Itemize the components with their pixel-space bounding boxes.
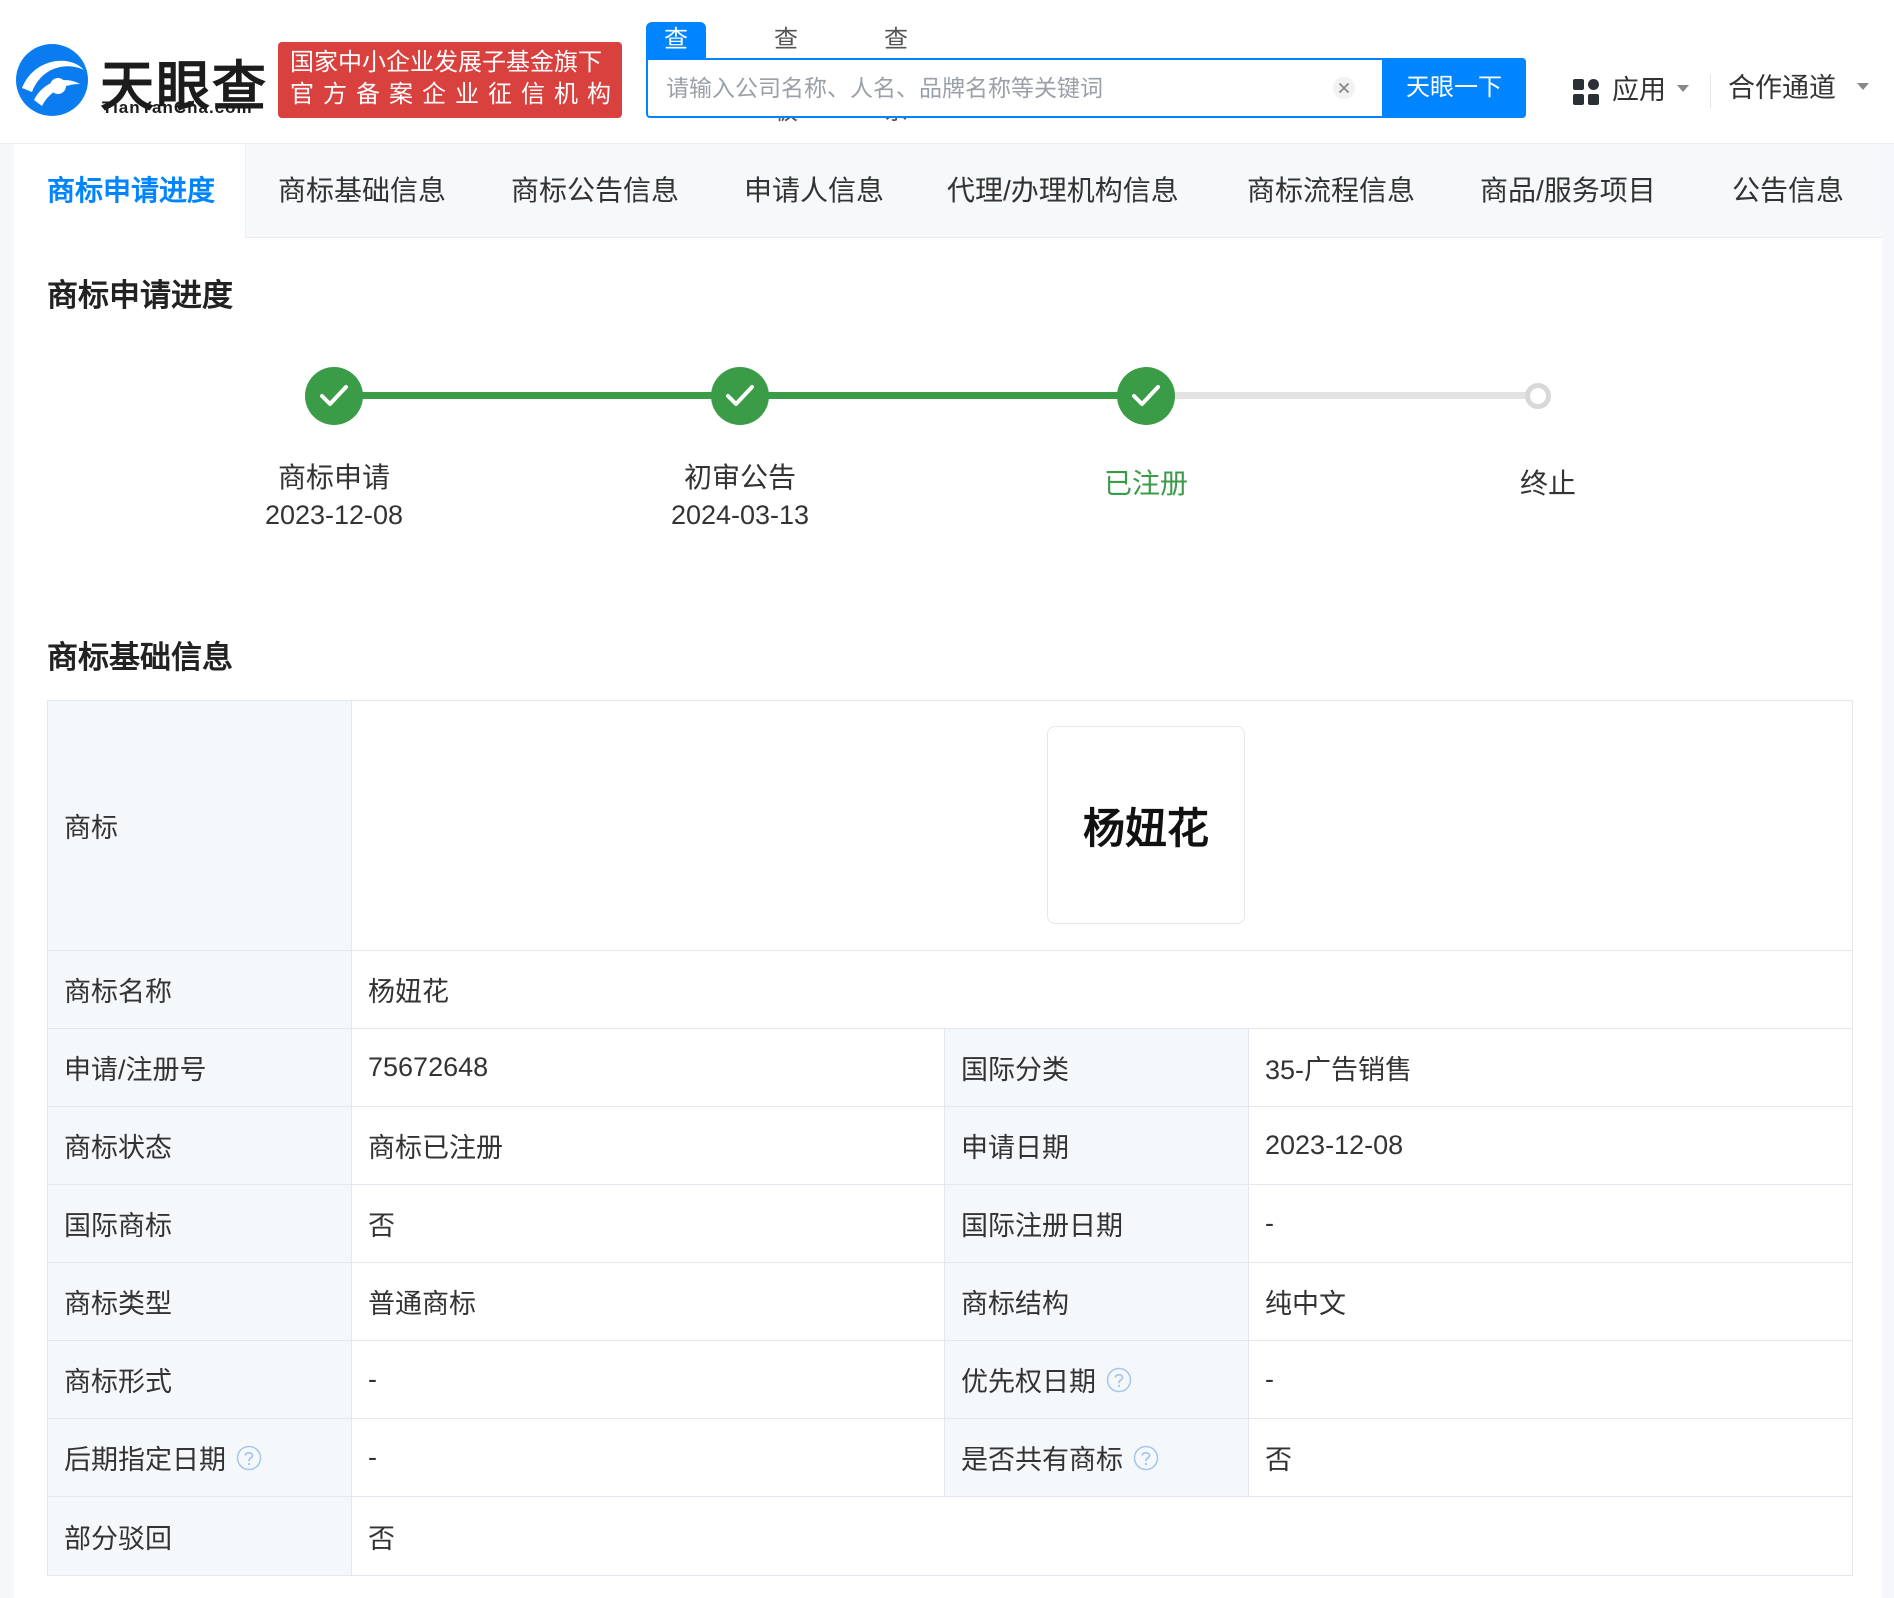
- trademark-name-label: 商标名称: [48, 951, 352, 1028]
- nav-tab-applicant[interactable]: 申请人信息: [744, 144, 884, 238]
- clear-icon[interactable]: [1332, 76, 1356, 100]
- info-label-text: 优先权日期: [961, 1367, 1096, 1397]
- info-value: 否: [1265, 1445, 1292, 1475]
- trademark-image-cell: 杨妞花: [352, 701, 1852, 950]
- step-1-done: [305, 367, 363, 425]
- search-button[interactable]: 天眼一下: [1382, 58, 1526, 118]
- cooperation-menu[interactable]: 合作通道: [1728, 68, 1869, 108]
- info-value: -: [352, 1419, 945, 1496]
- page-gutter-left: [0, 144, 14, 1598]
- section-nav: 商标申请进度 商标基础信息 商标公告信息 申请人信息 代理/办理机构信息 商标流…: [14, 144, 1882, 238]
- badge-line-2: 官方备案企业征信机构: [290, 81, 620, 108]
- table-row: 商标状态 商标已注册 申请日期 2023-12-08: [48, 1107, 1852, 1185]
- progress-stepper: 商标申请 2023-12-08 初审公告 2024-03-13 已注册 终止: [14, 238, 1882, 530]
- trademark-label: 商标: [48, 701, 352, 950]
- main-content: 商标申请进度 商标申请 2023-12-08 初审公告 2024-03-13 已…: [14, 238, 1882, 1598]
- nav-tab-notice[interactable]: 公告信息: [1732, 144, 1844, 238]
- basic-info-table: 商标 杨妞花 商标名称 杨妞花 申请/注册号 75672648 国际分类 35-…: [47, 700, 1853, 1576]
- check-icon: [320, 385, 348, 406]
- check-icon: [1132, 385, 1160, 406]
- official-badge: 国家中小企业发展子基金旗下 官方备案企业征信机构: [278, 42, 622, 118]
- chevron-down-icon: [1677, 85, 1689, 92]
- chevron-down-icon: [1857, 83, 1869, 90]
- check-icon: [726, 385, 754, 406]
- progress-line-done: [740, 392, 1118, 399]
- step-2-label: 初审公告: [683, 462, 796, 493]
- info-value: -: [1265, 1208, 1274, 1238]
- info-value: 纯中文: [1265, 1289, 1346, 1319]
- page-gutter-right: [1882, 144, 1894, 1598]
- apps-grid-icon: [1573, 79, 1599, 105]
- info-label: 商标状态: [48, 1107, 352, 1184]
- table-row: 商标 杨妞花: [48, 701, 1852, 951]
- info-label: 商标类型: [48, 1263, 352, 1340]
- table-row: 申请/注册号 75672648 国际分类 35-广告销售: [48, 1029, 1852, 1107]
- info-label: 商标形式: [48, 1341, 352, 1418]
- info-label: 国际分类: [945, 1029, 1249, 1106]
- tab-search-company[interactable]: 查公司: [646, 22, 706, 125]
- nav-tab-announcement[interactable]: 商标公告信息: [511, 144, 679, 238]
- basic-info-section-title: 商标基础信息: [47, 640, 233, 675]
- logo-eye-icon: [16, 44, 88, 116]
- progress-line-pending: [1146, 392, 1532, 399]
- progress-line-done: [334, 392, 712, 399]
- info-label: 申请日期: [945, 1107, 1249, 1184]
- nav-tab-goods-services[interactable]: 商品/服务项目: [1480, 144, 1656, 238]
- info-label: 申请/注册号: [48, 1029, 352, 1106]
- cooperation-label: 合作通道: [1728, 73, 1836, 103]
- logo-domain: TianYanCha.com: [102, 98, 253, 117]
- table-row: 国际商标 否 国际注册日期 -: [48, 1185, 1852, 1263]
- help-icon[interactable]: [1133, 1445, 1159, 1471]
- help-icon[interactable]: [1106, 1367, 1132, 1393]
- info-label: 商标结构: [945, 1263, 1249, 1340]
- trademark-image[interactable]: 杨妞花: [1047, 726, 1245, 924]
- apps-label: 应用: [1612, 75, 1666, 105]
- header-divider: [1710, 74, 1711, 108]
- step-1-date: 2023-12-08: [264, 500, 404, 530]
- info-label-text: 后期指定日期: [64, 1445, 226, 1475]
- top-header: 天眼查 TianYanCha.com 国家中小企业发展子基金旗下 官方备案企业征…: [0, 0, 1894, 144]
- table-row: 部分驳回 否: [48, 1497, 1852, 1575]
- info-value: 商标已注册: [352, 1107, 945, 1184]
- tab-search-relation[interactable]: 查关系: [884, 22, 908, 125]
- step-4-label: 终止: [1519, 468, 1576, 499]
- search-box: 天眼一下: [646, 58, 1526, 118]
- info-value: -: [352, 1341, 945, 1418]
- step-3-done: [1117, 367, 1175, 425]
- table-row: 商标名称 杨妞花: [48, 951, 1852, 1029]
- table-row: 后期指定日期 - 是否共有商标 否: [48, 1419, 1852, 1497]
- tianyancha-logo[interactable]: 天眼查 TianYanCha.com: [12, 40, 272, 122]
- step-4-pending-dot: [1525, 383, 1551, 409]
- badge-line-1: 国家中小企业发展子基金旗下: [290, 49, 602, 76]
- nav-tab-agency[interactable]: 代理/办理机构信息: [947, 144, 1179, 238]
- info-value: 35-广告销售: [1265, 1055, 1413, 1085]
- info-value: 普通商标: [352, 1263, 945, 1340]
- info-label-with-help: 是否共有商标: [945, 1419, 1249, 1496]
- nav-tab-basic-info[interactable]: 商标基础信息: [278, 144, 446, 238]
- tab-search-boss[interactable]: 查老板: [774, 22, 798, 125]
- step-2-done: [711, 367, 769, 425]
- info-label: 部分驳回: [48, 1497, 352, 1575]
- info-label-text: 是否共有商标: [961, 1445, 1123, 1475]
- info-value: 2023-12-08: [1265, 1130, 1404, 1160]
- info-value: -: [1265, 1364, 1274, 1394]
- info-label: 国际注册日期: [945, 1185, 1249, 1262]
- info-label-with-help: 后期指定日期: [48, 1419, 352, 1496]
- step-1-label: 商标申请: [277, 462, 390, 493]
- nav-tab-process[interactable]: 商标流程信息: [1247, 144, 1415, 238]
- info-value: 75672648: [352, 1029, 945, 1106]
- nav-tab-progress[interactable]: 商标申请进度: [14, 144, 246, 238]
- help-icon[interactable]: [236, 1445, 262, 1471]
- info-value: 否: [368, 1523, 395, 1554]
- step-2-date: 2024-03-13: [670, 500, 810, 530]
- trademark-name-value: 杨妞花: [368, 977, 449, 1007]
- table-row: 商标类型 普通商标 商标结构 纯中文: [48, 1263, 1852, 1341]
- table-row: 商标形式 - 优先权日期 -: [48, 1341, 1852, 1419]
- search-input[interactable]: [664, 60, 1354, 116]
- trademark-image-text: 杨妞花: [1082, 803, 1209, 853]
- info-value: 否: [352, 1185, 945, 1262]
- step-3-label: 已注册: [1103, 468, 1188, 499]
- info-label: 国际商标: [48, 1185, 352, 1262]
- info-label-with-help: 优先权日期: [945, 1341, 1249, 1418]
